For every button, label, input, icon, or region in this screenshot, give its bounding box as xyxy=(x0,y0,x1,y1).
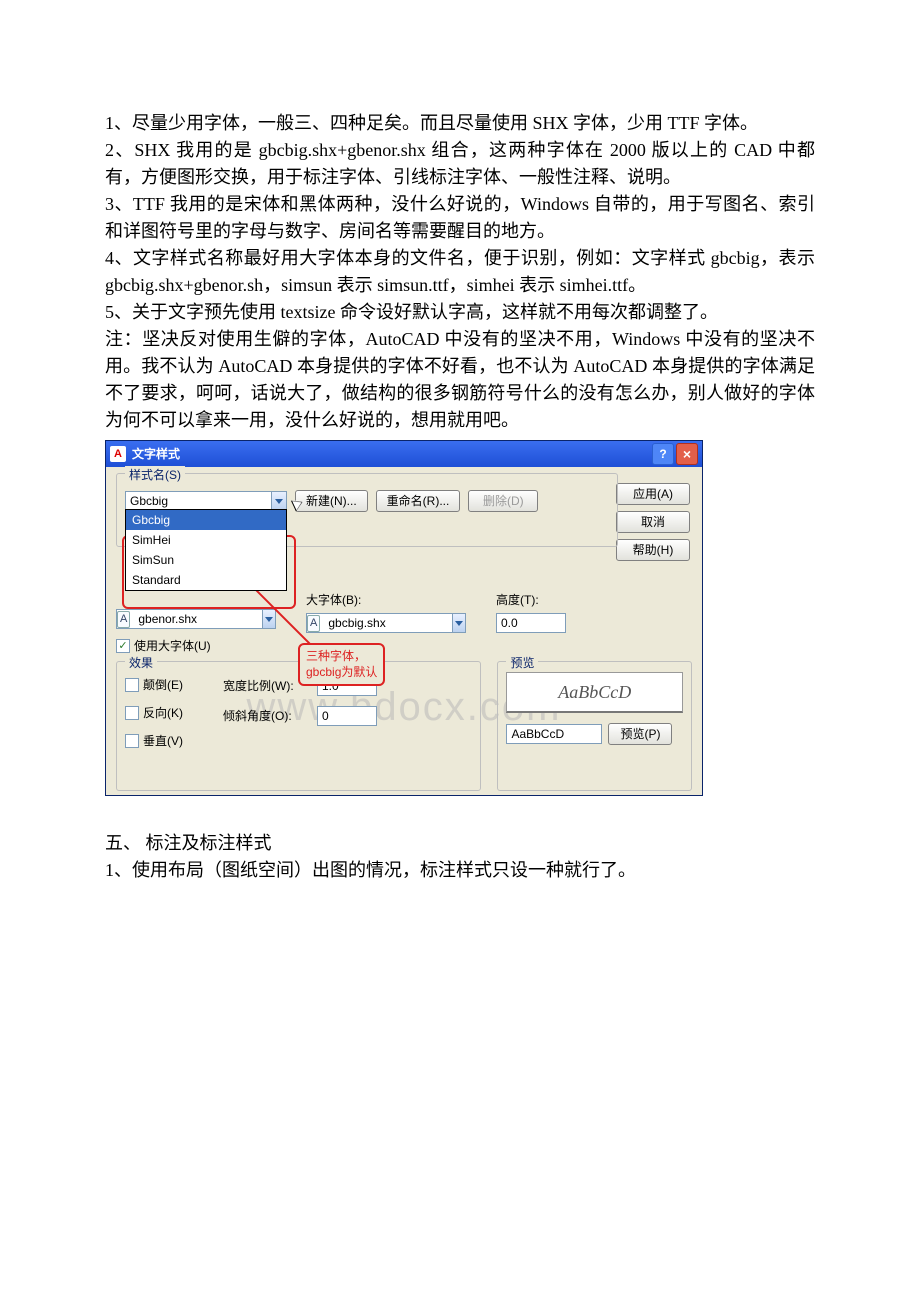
style-name-legend: 样式名(S) xyxy=(125,466,185,484)
app-icon: A xyxy=(110,446,126,462)
dialog-titlebar: A 文字样式 ? × xyxy=(106,441,702,467)
titlebar-close-icon[interactable]: × xyxy=(676,443,698,465)
backwards-label: 反向(K) xyxy=(143,704,183,722)
oblique-angle-label: 倾斜角度(O): xyxy=(223,707,309,725)
help-button[interactable]: 帮助(H) xyxy=(616,539,690,561)
width-factor-label: 宽度比例(W): xyxy=(223,677,309,695)
para-5: 5、关于文字预先使用 textsize 命令设好默认字高，这样就不用每次都调整了… xyxy=(105,299,815,326)
style-option-standard[interactable]: Standard xyxy=(126,570,286,590)
backwards-checkbox[interactable]: 反向(K) xyxy=(125,704,183,722)
bigfont-combo[interactable]: A xyxy=(306,613,466,633)
titlebar-help-icon[interactable]: ? xyxy=(652,443,674,465)
height-label: 高度(T): xyxy=(496,591,586,609)
font-file-icon: A xyxy=(117,611,130,628)
delete-style-button[interactable]: 删除(D) xyxy=(468,490,538,512)
bigfont-label: 大字体(B): xyxy=(306,591,466,609)
style-name-dropdown[interactable]: Gbcbig SimHei SimSun Standard xyxy=(125,509,287,591)
preview-text-input[interactable] xyxy=(507,727,601,741)
dialog-title: 文字样式 xyxy=(132,445,180,463)
upside-down-label: 颠倒(E) xyxy=(143,676,183,694)
use-bigfont-checkbox[interactable]: ✓ 使用大字体(U) xyxy=(116,637,211,655)
chevron-down-icon[interactable] xyxy=(262,610,275,628)
chevron-down-icon[interactable] xyxy=(452,614,465,632)
font-row: A ✓ 使用大字体(U) 大字体(B): A xyxy=(116,609,600,655)
style-name-combo[interactable] xyxy=(125,491,287,511)
para-1: 1、尽量少用字体，一般三、四种足矣。而且尽量使用 SHX 字体，少用 TTF 字… xyxy=(105,110,815,137)
section5-item1: 1、使用布局（图纸空间）出图的情况，标注样式只设一种就行了。 xyxy=(105,857,815,884)
para-4: 4、文字样式名称最好用大字体本身的文件名，便于识别，例如：文字样式 gbcbig… xyxy=(105,245,815,299)
cancel-button[interactable]: 取消 xyxy=(616,511,690,533)
font-file-icon: A xyxy=(307,615,320,632)
height-input[interactable] xyxy=(497,616,565,630)
apply-button[interactable]: 应用(A) xyxy=(616,483,690,505)
style-option-gbcbig[interactable]: Gbcbig xyxy=(126,510,286,530)
para-3: 3、TTF 我用的是宋体和黑体两种，没什么好说的，Windows 自带的，用于写… xyxy=(105,191,815,245)
text-style-dialog: A 文字样式 ? × www.bdocx.com 应用(A) 取消 帮助(H) … xyxy=(105,440,703,796)
preview-button[interactable]: 预览(P) xyxy=(608,723,672,745)
effects-group: 效果 颠倒(E) 反向(K) 垂直(V) 宽度比例(W): xyxy=(116,661,481,791)
style-name-input[interactable] xyxy=(126,494,271,508)
shx-font-input[interactable] xyxy=(134,612,262,626)
preview-legend: 预览 xyxy=(506,654,538,672)
use-bigfont-label: 使用大字体(U) xyxy=(134,637,211,655)
style-option-simsun[interactable]: SimSun xyxy=(126,550,286,570)
preview-group: 预览 AaBbCcD 预览(P) xyxy=(497,661,692,791)
para-6: 注：坚决反对使用生僻的字体，AutoCAD 中没有的坚决不用，Windows 中… xyxy=(105,326,815,434)
section5-heading: 五、 标注及标注样式 xyxy=(105,830,815,857)
rename-style-button[interactable]: 重命名(R)... xyxy=(376,490,461,512)
style-name-group: 样式名(S) 新建(N)... 重命名(R)... 删除(D) Gbcbig S… xyxy=(116,473,618,547)
effects-legend: 效果 xyxy=(125,654,157,672)
bigfont-input[interactable] xyxy=(324,616,452,630)
chevron-down-icon[interactable] xyxy=(271,492,286,510)
upside-down-checkbox[interactable]: 颠倒(E) xyxy=(125,676,183,694)
shx-font-combo[interactable]: A xyxy=(116,609,276,629)
new-style-button[interactable]: 新建(N)... xyxy=(295,490,368,512)
width-factor-input[interactable] xyxy=(318,679,376,693)
para-2: 2、SHX 我用的是 gbcbig.shx+gbenor.shx 组合，这两种字… xyxy=(105,137,815,191)
preview-swatch: AaBbCcD xyxy=(506,672,683,713)
oblique-angle-input[interactable] xyxy=(318,709,376,723)
vertical-label: 垂直(V) xyxy=(143,732,183,750)
style-option-simhei[interactable]: SimHei xyxy=(126,530,286,550)
vertical-checkbox[interactable]: 垂直(V) xyxy=(125,732,183,750)
height-field[interactable] xyxy=(496,613,566,633)
